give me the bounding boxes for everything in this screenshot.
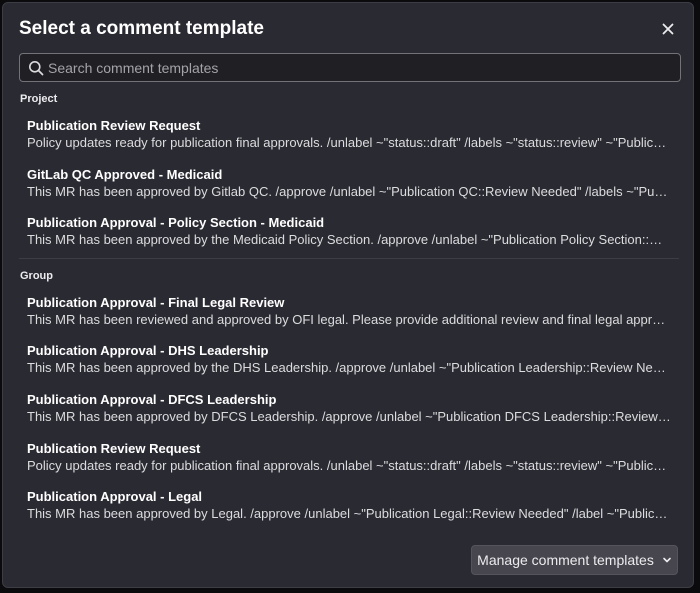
template-item[interactable]: Publication Approval - Legal This MR has… [11, 485, 671, 530]
template-description: This MR has been reviewed and approved b… [27, 312, 671, 327]
chevron-down-icon [663, 557, 671, 563]
modal-title: Select a comment template [19, 18, 264, 39]
template-description: This MR has been approved by DFCS Leader… [27, 409, 671, 424]
template-description: This MR has been approved by the DHS Lea… [27, 360, 671, 375]
search-box [19, 53, 681, 82]
template-description: This MR has been approved by the Medicai… [27, 232, 671, 247]
manage-templates-label: Manage comment templates [477, 552, 654, 568]
template-item[interactable]: Publication Approval - Policy Section - … [11, 211, 671, 256]
template-name: Publication Approval - Legal [27, 489, 203, 504]
template-description: Policy updates ready for publication fin… [27, 458, 671, 473]
template-name: Publication Approval - DHS Leadership [27, 343, 269, 358]
modal-header: Select a comment template [19, 15, 679, 43]
template-item[interactable]: Publication Approval - Final Legal Revie… [11, 291, 671, 336]
template-item[interactable]: Publication Approval - DHS Leadership Th… [11, 339, 671, 384]
template-description: This MR has been approved by Gitlab QC. … [27, 184, 671, 199]
template-name: GitLab QC Approved - Medicaid [27, 167, 223, 182]
template-item[interactable]: Publication Review Request Policy update… [11, 437, 671, 482]
search-input[interactable] [48, 54, 680, 81]
close-button[interactable] [657, 18, 679, 40]
template-item[interactable]: GitLab QC Approved - Medicaid This MR ha… [11, 163, 671, 208]
template-description: This MR has been approved by Legal. /app… [27, 506, 671, 521]
template-item[interactable]: Publication Approval - DFCS Leadership T… [11, 388, 671, 433]
section-label-group: Group [20, 270, 53, 282]
comment-template-modal: Select a comment template Project Public… [2, 2, 694, 588]
template-name: Publication Approval - DFCS Leadership [27, 392, 277, 407]
template-name: Publication Review Request [27, 118, 201, 133]
search-icon [29, 60, 44, 75]
template-description: Policy updates ready for publication fin… [27, 135, 671, 150]
template-item[interactable]: Publication Review Request Policy update… [11, 114, 671, 159]
section-divider [19, 258, 679, 259]
template-name: Publication Approval - Policy Section - … [27, 215, 325, 230]
manage-templates-button[interactable]: Manage comment templates [471, 545, 678, 575]
template-name: Publication Review Request [27, 441, 201, 456]
template-name: Publication Approval - Final Legal Revie… [27, 295, 285, 310]
close-icon [662, 23, 674, 35]
section-label-project: Project [20, 93, 58, 105]
